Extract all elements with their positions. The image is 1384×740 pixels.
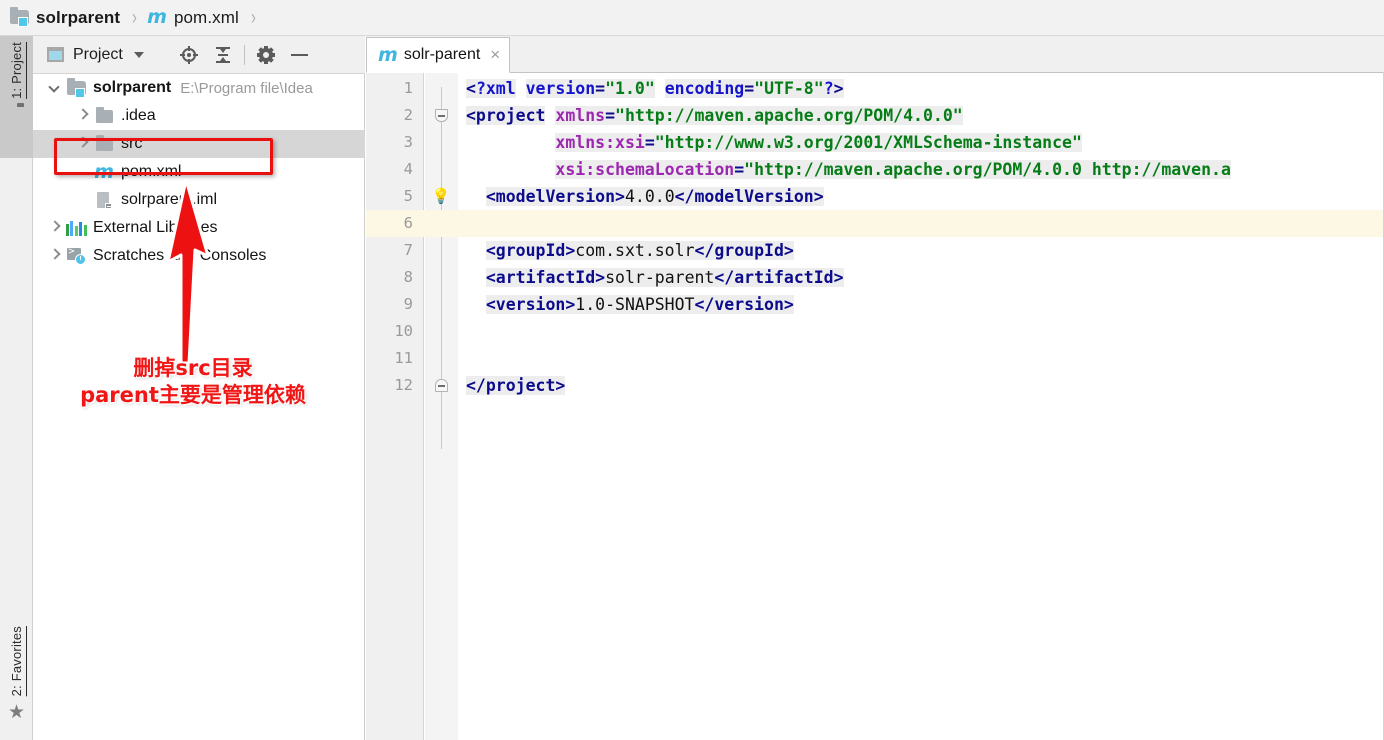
annotation-line-2: parent主要是管理依赖: [80, 382, 306, 407]
tab-solr-parent[interactable]: m solr-parent ×: [366, 37, 511, 73]
code-text: xmlns:xsi="http://www.w3.org/2001/XMLSch…: [555, 133, 1082, 152]
editor-tab-label: solr-parent: [403, 46, 481, 63]
breadcrumb-item-solrparent[interactable]: solrparent: [10, 0, 120, 36]
collapse-all-icon: [214, 46, 232, 64]
line-number: 8: [403, 268, 413, 286]
code-text: <?xml version="1.0" encoding="UTF-8"?>: [466, 79, 844, 98]
intention-bulb-icon[interactable]: 💡: [424, 189, 458, 204]
code-text: </project>: [466, 376, 566, 395]
project-view-selector[interactable]: Project: [33, 46, 144, 64]
line-number: 6: [403, 214, 413, 232]
tree-node-path: E:\Program file\Idea: [180, 79, 313, 97]
tree-node-solrparent[interactable]: solrparent E:\Program file\Idea: [33, 74, 365, 102]
chevron-right-icon[interactable]: [43, 219, 65, 237]
code-line[interactable]: 9 <version>1.0-SNAPSHOT</version>: [366, 291, 1384, 318]
sidebar-item-project[interactable]: 1: Project: [0, 36, 33, 158]
line-number: 11: [394, 349, 413, 367]
code-line[interactable]: 7 <groupId>com.sxt.solr</groupId>: [366, 237, 1384, 264]
maven-m-icon: m: [378, 43, 398, 66]
editor-area: m solr-parent × 1 <?xml version="1.0" enc…: [366, 36, 1384, 740]
locate-icon: [179, 45, 198, 64]
maven-m-icon: m: [147, 6, 167, 28]
code-text: <groupId>com.sxt.solr</groupId>: [485, 241, 794, 260]
line-number: 7: [403, 241, 413, 259]
tool-tab-label: 1: Project: [9, 42, 24, 99]
code-line[interactable]: 10: [366, 318, 1384, 345]
maven-m-icon: m: [94, 160, 114, 183]
chevron-right-icon[interactable]: [71, 135, 93, 153]
tree-node-src[interactable]: src: [33, 130, 365, 158]
tree-node-label: solrparent: [93, 79, 172, 96]
annotation-line-1: 删掉src目录: [133, 356, 253, 380]
folder-icon: [93, 106, 115, 123]
project-panel-header: Project: [33, 36, 365, 74]
settings-button[interactable]: [249, 40, 283, 70]
libraries-icon: [65, 220, 87, 236]
annotation-arrow-icon: [166, 178, 210, 363]
fold-toggle-icon[interactable]: [424, 379, 458, 392]
line-number: 4: [403, 160, 413, 178]
minimize-icon: [291, 53, 309, 56]
code-line[interactable]: 11: [366, 345, 1384, 372]
annotation-text: 删掉src目录 parent主要是管理依赖: [47, 355, 339, 409]
code-line[interactable]: 8 <artifactId>solr-parent</artifactId>: [366, 264, 1384, 291]
breadcrumb-label: solrparent: [36, 7, 121, 27]
locate-file-button[interactable]: [172, 40, 206, 70]
breadcrumb-item-pom[interactable]: m pom.xml: [147, 0, 239, 36]
settings-gear-icon: [256, 45, 275, 64]
line-number: 10: [394, 322, 413, 340]
code-text: <artifactId>solr-parent</artifactId>: [485, 268, 844, 287]
breadcrumb: solrparent › m pom.xml ›: [0, 0, 1384, 36]
sidebar-item-favorites[interactable]: 2: Favorites ★: [0, 620, 33, 740]
code-text: <modelVersion>4.0.0</modelVersion>: [485, 187, 824, 206]
hide-panel-button[interactable]: [283, 40, 317, 70]
breadcrumb-label: pom.xml: [173, 7, 239, 27]
chevron-right-icon[interactable]: [43, 247, 65, 265]
folder-icon: [93, 134, 115, 151]
code-line[interactable]: 2 <project xmlns="http://maven.apache.org…: [366, 102, 1384, 129]
project-panel-title: Project: [73, 45, 123, 63]
breadcrumb-separator-icon: ›: [132, 5, 138, 29]
editor-tab-bar: m solr-parent ×: [366, 36, 1384, 73]
tree-node-label: .idea: [121, 107, 156, 124]
chevron-right-icon[interactable]: [71, 107, 93, 125]
module-folder-icon: [65, 77, 87, 98]
code-line[interactable]: 4 xsi:schemaLocation="http://maven.apach…: [366, 156, 1384, 183]
tree-node-idea[interactable]: .idea: [33, 102, 365, 130]
tool-window-strip: 1: Project 2: Favorites ★: [0, 36, 33, 740]
close-icon[interactable]: ×: [490, 45, 500, 65]
iml-file-icon: [93, 191, 115, 209]
scratches-icon: [65, 246, 87, 265]
code-line[interactable]: 6: [366, 210, 1384, 237]
chevron-down-icon[interactable]: [133, 51, 144, 58]
fold-toggle-icon[interactable]: [424, 109, 458, 122]
code-line[interactable]: 3 xmlns:xsi="http://www.w3.org/2001/XMLS…: [366, 129, 1384, 156]
line-number: 1: [403, 79, 413, 97]
breadcrumb-separator-icon: ›: [250, 5, 256, 29]
line-number: 9: [403, 295, 413, 313]
line-number: 5: [403, 187, 413, 205]
code-text: <version>1.0-SNAPSHOT</version>: [485, 295, 794, 314]
star-icon: ★: [7, 702, 26, 724]
code-line[interactable]: 5 💡 <modelVersion>4.0.0</modelVersion>: [366, 183, 1384, 210]
line-number: 2: [403, 106, 413, 124]
collapse-all-button[interactable]: [206, 40, 240, 70]
code-text: <project xmlns="http://maven.apache.org/…: [466, 106, 963, 125]
project-view-icon: [47, 47, 64, 62]
tool-tab-label: 2: Favorites: [9, 626, 24, 697]
chevron-down-icon[interactable]: [43, 79, 65, 97]
code-line[interactable]: 12 </project>: [366, 372, 1384, 399]
code-text: xsi:schemaLocation="http://maven.apache.…: [555, 160, 1231, 179]
line-number: 3: [403, 133, 413, 151]
tree-node-label: src: [121, 135, 143, 152]
code-editor[interactable]: 1 <?xml version="1.0" encoding="UTF-8"?> 2…: [366, 73, 1384, 740]
code-line[interactable]: 1 <?xml version="1.0" encoding="UTF-8"?>: [366, 75, 1384, 102]
module-folder-icon: [10, 7, 29, 27]
line-number: 12: [394, 376, 413, 394]
toolbar-divider: [243, 44, 245, 65]
